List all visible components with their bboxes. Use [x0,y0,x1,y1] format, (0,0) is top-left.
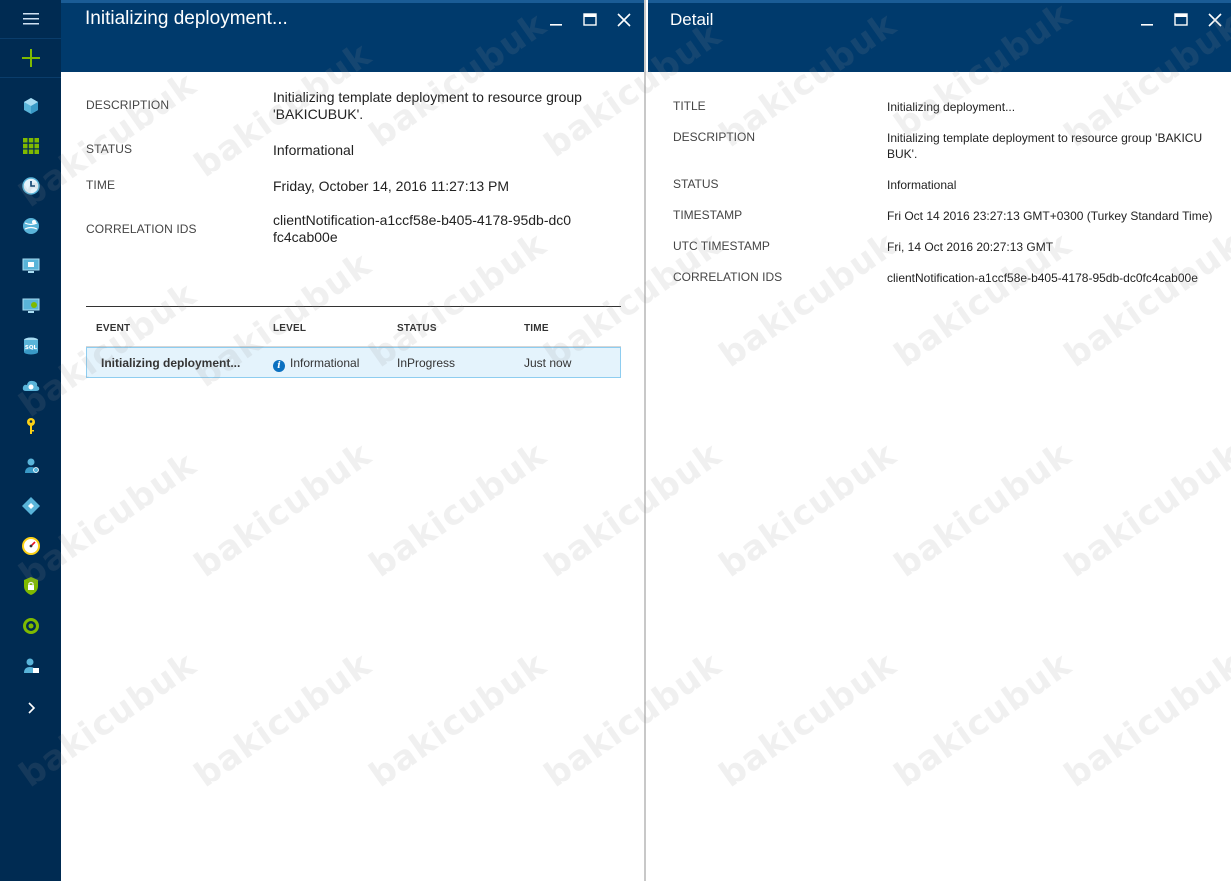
user-lock-icon [23,658,39,673]
maximize-button[interactable] [580,10,600,30]
hamburger-icon [22,13,39,25]
nav-item-cloud-services[interactable] [0,366,61,406]
monitor-icon [22,258,39,273]
menu-button[interactable] [0,0,61,38]
property-value: Initializing template deployment to reso… [273,89,582,122]
cloud-gear-icon [22,380,39,391]
detail-value: Initializing deployment... [887,100,1016,114]
close-icon [1208,13,1222,27]
nav-item-recent[interactable] [0,166,61,206]
nav-item-active-directory[interactable] [0,646,61,686]
svg-text:SQL: SQL [24,345,37,351]
maximize-icon [583,13,597,26]
minimize-icon [1141,24,1153,26]
plus-icon [21,49,40,67]
column-header-level[interactable]: LEVEL [273,323,306,334]
minimize-icon [550,24,562,26]
maximize-icon [1174,13,1188,26]
column-header-time[interactable]: TIME [524,323,549,334]
detail-blade: Detail TITLE Initializing deployment... … [648,0,1231,881]
grid-icon [22,138,39,154]
detail-label: TITLE [673,99,706,113]
new-resource-button[interactable] [0,38,61,78]
nav-item-security-center[interactable] [0,566,61,606]
detail-blade-header: Detail [648,0,1231,72]
deployment-blade: Initializing deployment... DESCRIPTION I… [61,0,646,881]
detail-label: DESCRIPTION [673,130,756,144]
diamond-icon [21,497,40,515]
nav-item-all-resources[interactable] [0,126,61,166]
property-value[interactable]: clientNotification-a1ccf58e-b405-4178-95… [273,212,573,246]
chevron-right-icon [27,702,35,714]
event-level-text: Informational [290,356,360,370]
maximize-button[interactable] [1171,10,1191,30]
detail-value: Fri Oct 14 2016 23:27:13 GMT+0300 (Turke… [887,209,1213,223]
window-controls [546,10,634,30]
detail-label: CORRELATION IDS [673,270,783,284]
left-nav: SQL [0,0,61,881]
event-time: Just now [524,356,572,370]
coin-icon [22,618,39,634]
property-value: Informational [273,142,354,158]
table-row[interactable]: Initializing deployment... i Informationa… [86,347,621,378]
events-table-header: EVENT LEVEL STATUS TIME [86,307,621,347]
nav-item-monitor[interactable] [0,526,61,566]
detail-label: STATUS [673,177,719,191]
nav-item-cost-management[interactable] [0,606,61,646]
property-label: TIME [86,178,116,192]
window-controls [1137,10,1225,30]
nav-item-cube[interactable] [0,86,61,126]
column-header-status[interactable]: STATUS [397,323,437,334]
detail-value: Fri, 14 Oct 2016 20:27:13 GMT [887,240,1054,254]
close-icon [617,13,631,27]
key-icon [26,418,35,434]
blade-title: Detail [670,10,714,29]
detail-value: Initializing template deployment to reso… [887,131,1203,161]
monitor-sync-icon [22,298,39,313]
event-name: Initializing deployment... [101,356,241,370]
nav-item-virtual-machines-classic[interactable] [0,246,61,286]
deployment-blade-header: Initializing deployment... [61,0,644,72]
blade-title: Initializing deployment... [85,8,288,29]
detail-value[interactable]: clientNotification-a1ccf58e-b405-4178-95… [887,270,1217,286]
column-header-event[interactable]: EVENT [96,323,130,334]
minimize-button[interactable] [1137,10,1157,30]
info-icon: i [273,360,285,372]
events-table: EVENT LEVEL STATUS TIME Initializing dep… [86,306,621,378]
property-value: Friday, October 14, 2016 11:27:13 PM [273,178,510,194]
nav-item-sql-databases[interactable]: SQL [0,326,61,366]
nav-item-devtest-labs[interactable] [0,446,61,486]
event-status: InProgress [397,356,456,370]
property-label: CORRELATION IDS [86,222,197,236]
sql-database-icon: SQL [23,337,38,355]
nav-more-services-button[interactable] [0,688,61,728]
nav-item-advisor[interactable] [0,486,61,526]
flask-icon [24,458,39,473]
close-button[interactable] [1205,10,1225,30]
detail-value: Informational [887,178,957,192]
detail-label: TIMESTAMP [673,208,743,222]
close-button[interactable] [614,10,634,30]
shield-lock-icon [23,577,38,595]
nav-item-app-services[interactable] [0,206,61,246]
property-label: DESCRIPTION [86,98,170,112]
gauge-icon [21,537,40,555]
nav-item-virtual-machines[interactable] [0,286,61,326]
clock-icon [21,177,40,195]
minimize-button[interactable] [546,10,566,30]
nav-item-subscriptions[interactable] [0,406,61,446]
event-level: i Informational [273,356,359,372]
cube-icon [23,98,38,114]
globe-icon [22,218,39,234]
property-label: STATUS [86,142,133,156]
detail-label: UTC TIMESTAMP [673,239,770,253]
